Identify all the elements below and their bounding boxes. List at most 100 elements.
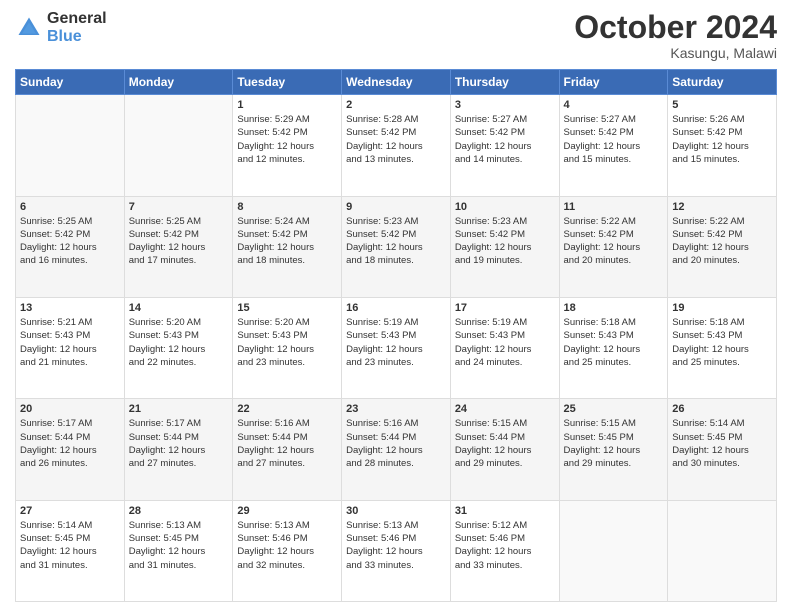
day-number: 8 xyxy=(237,201,337,213)
week-row-4: 20 Sunrise: 5:17 AMSunset: 5:44 PMDayligh… xyxy=(16,399,777,500)
calendar-cell-2-1: 14 Sunrise: 5:20 AMSunset: 5:43 PMDayligh… xyxy=(124,297,233,398)
day-info: Sunrise: 5:20 AMSunset: 5:43 PMDaylight:… xyxy=(237,316,337,369)
day-info-line: Sunrise: 5:18 AM xyxy=(564,317,636,328)
calendar-cell-4-2: 29Sunrise: 5:13 AMSunset: 5:46 PMDayligh… xyxy=(233,500,342,601)
calendar-cell-0-3: 2Sunrise: 5:28 AMSunset: 5:42 PMDaylight… xyxy=(342,95,451,196)
day-info-line: and 24 minutes. xyxy=(455,357,523,368)
day-info-line: and 23 minutes. xyxy=(346,357,414,368)
day-number: 29 xyxy=(237,505,337,517)
day-info-line: Daylight: 12 hours xyxy=(20,445,97,456)
day-info: Sunrise: 5:17 AMSunset: 5:44 PMDaylight:… xyxy=(129,417,229,470)
day-info-line: and 14 minutes. xyxy=(455,154,523,165)
day-info-line: Daylight: 12 hours xyxy=(672,141,749,152)
weekday-header-row: Sunday Monday Tuesday Wednesday Thursday… xyxy=(16,70,777,95)
day-number: 15 xyxy=(237,302,337,314)
day-info-line: Sunset: 5:42 PM xyxy=(672,127,742,138)
day-info-line: Sunset: 5:45 PM xyxy=(20,533,90,544)
day-info-line: and 25 minutes. xyxy=(564,357,632,368)
calendar-cell-1-0: 6Sunrise: 5:25 AMSunset: 5:42 PMDaylight… xyxy=(16,196,125,297)
calendar-cell-0-6: 5Sunrise: 5:26 AMSunset: 5:42 PMDaylight… xyxy=(668,95,777,196)
day-number: 28 xyxy=(129,505,229,517)
header-monday: Monday xyxy=(124,70,233,95)
calendar-cell-4-5 xyxy=(559,500,668,601)
day-info-line: Daylight: 12 hours xyxy=(237,242,314,253)
day-info: Sunrise: 5:20 AMSunset: 5:43 PMDaylight:… xyxy=(129,316,229,369)
day-info-line: Sunrise: 5:22 AM xyxy=(564,216,636,227)
calendar-cell-0-4: 3Sunrise: 5:27 AMSunset: 5:42 PMDaylight… xyxy=(450,95,559,196)
day-info-line: Sunrise: 5:14 AM xyxy=(672,418,744,429)
day-info-line: Daylight: 12 hours xyxy=(672,242,749,253)
day-info-line: and 15 minutes. xyxy=(672,154,740,165)
day-info: Sunrise: 5:23 AMSunset: 5:42 PMDaylight:… xyxy=(346,215,446,268)
day-info-line: Sunrise: 5:18 AM xyxy=(672,317,744,328)
day-number: 5 xyxy=(672,99,772,111)
day-info-line: Sunset: 5:42 PM xyxy=(346,229,416,240)
header-sunday: Sunday xyxy=(16,70,125,95)
calendar-cell-1-4: 10Sunrise: 5:23 AMSunset: 5:42 PMDayligh… xyxy=(450,196,559,297)
day-info: Sunrise: 5:12 AMSunset: 5:46 PMDaylight:… xyxy=(455,519,555,572)
day-info: Sunrise: 5:18 AMSunset: 5:43 PMDaylight:… xyxy=(564,316,664,369)
day-info: Sunrise: 5:25 AMSunset: 5:42 PMDaylight:… xyxy=(129,215,229,268)
day-number: 10 xyxy=(455,201,555,213)
day-info-line: Daylight: 12 hours xyxy=(672,445,749,456)
week-row-3: 13Sunrise: 5:21 AMSunset: 5:43 PMDayligh… xyxy=(16,297,777,398)
day-info-line: and 33 minutes. xyxy=(346,560,414,571)
calendar-cell-3-6: 26Sunrise: 5:14 AMSunset: 5:45 PMDayligh… xyxy=(668,399,777,500)
logo-blue-text: Blue xyxy=(47,28,107,46)
day-number: 27 xyxy=(20,505,120,517)
day-number: 18 xyxy=(564,302,664,314)
day-info-line: Sunset: 5:42 PM xyxy=(672,229,742,240)
calendar-cell-3-0: 20 Sunrise: 5:17 AMSunset: 5:44 PMDayligh… xyxy=(16,399,125,500)
day-info-line: and 18 minutes. xyxy=(346,255,414,266)
day-info-line: and 13 minutes. xyxy=(346,154,414,165)
day-info-line: Daylight: 12 hours xyxy=(455,445,532,456)
header-tuesday: Tuesday xyxy=(233,70,342,95)
calendar-cell-1-2: 8Sunrise: 5:24 AMSunset: 5:42 PMDaylight… xyxy=(233,196,342,297)
day-info: Sunrise: 5:16 AMSunset: 5:44 PMDaylight:… xyxy=(346,417,446,470)
day-number: 17 xyxy=(455,302,555,314)
day-number: 31 xyxy=(455,505,555,517)
week-row-5: 27Sunrise: 5:14 AMSunset: 5:45 PMDayligh… xyxy=(16,500,777,601)
day-info-line: Daylight: 12 hours xyxy=(129,242,206,253)
day-info-line: Daylight: 12 hours xyxy=(346,445,423,456)
day-info-line: and 32 minutes. xyxy=(237,560,305,571)
calendar-cell-4-1: 28Sunrise: 5:13 AMSunset: 5:45 PMDayligh… xyxy=(124,500,233,601)
logo: General Blue xyxy=(15,10,107,45)
calendar-cell-0-0 xyxy=(16,95,125,196)
calendar-cell-3-4: 24Sunrise: 5:15 AMSunset: 5:44 PMDayligh… xyxy=(450,399,559,500)
header-thursday: Thursday xyxy=(450,70,559,95)
day-info-line: Sunrise: 5:28 AM xyxy=(346,114,418,125)
day-info: Sunrise: 5:27 AMSunset: 5:42 PMDaylight:… xyxy=(564,113,664,166)
day-info-line: Sunrise: 5:25 AM xyxy=(20,216,92,227)
day-info-line: Daylight: 12 hours xyxy=(564,445,641,456)
week-row-2: 6Sunrise: 5:25 AMSunset: 5:42 PMDaylight… xyxy=(16,196,777,297)
month-title: October 2024 xyxy=(574,10,777,45)
day-info-line: and 27 minutes. xyxy=(237,458,305,469)
calendar-cell-2-2: 15 Sunrise: 5:20 AMSunset: 5:43 PMDayligh… xyxy=(233,297,342,398)
day-number: 14 xyxy=(129,302,229,314)
day-info-line: Daylight: 12 hours xyxy=(346,546,423,557)
day-info: Sunrise: 5:17 AMSunset: 5:44 PMDaylight:… xyxy=(20,417,120,470)
calendar-cell-4-4: 31 Sunrise: 5:12 AMSunset: 5:46 PMDayligh… xyxy=(450,500,559,601)
calendar-cell-4-0: 27Sunrise: 5:14 AMSunset: 5:45 PMDayligh… xyxy=(16,500,125,601)
day-info-line: Daylight: 12 hours xyxy=(20,344,97,355)
day-info-line: Sunset: 5:45 PM xyxy=(129,533,199,544)
day-info-line: Sunset: 5:42 PM xyxy=(129,229,199,240)
day-info-line: and 28 minutes. xyxy=(346,458,414,469)
day-number: 20 xyxy=(20,403,120,415)
day-number: 9 xyxy=(346,201,446,213)
day-info-line: Daylight: 12 hours xyxy=(237,141,314,152)
calendar-cell-3-3: 23 Sunrise: 5:16 AMSunset: 5:44 PMDayligh… xyxy=(342,399,451,500)
day-info-line: Daylight: 12 hours xyxy=(237,344,314,355)
day-info: Sunrise: 5:13 AMSunset: 5:46 PMDaylight:… xyxy=(346,519,446,572)
calendar-cell-1-1: 7Sunrise: 5:25 AMSunset: 5:42 PMDaylight… xyxy=(124,196,233,297)
day-info-line: and 21 minutes. xyxy=(20,357,88,368)
day-number: 23 xyxy=(346,403,446,415)
day-info-line: Sunrise: 5:15 AM xyxy=(564,418,636,429)
day-info-line: Sunset: 5:43 PM xyxy=(564,330,634,341)
day-info-line: Sunrise: 5:27 AM xyxy=(564,114,636,125)
header-wednesday: Wednesday xyxy=(342,70,451,95)
day-info-line: Sunrise: 5:17 AM xyxy=(20,418,92,429)
day-info: Sunrise: 5:29 AMSunset: 5:42 PMDaylight:… xyxy=(237,113,337,166)
day-info-line: and 23 minutes. xyxy=(237,357,305,368)
